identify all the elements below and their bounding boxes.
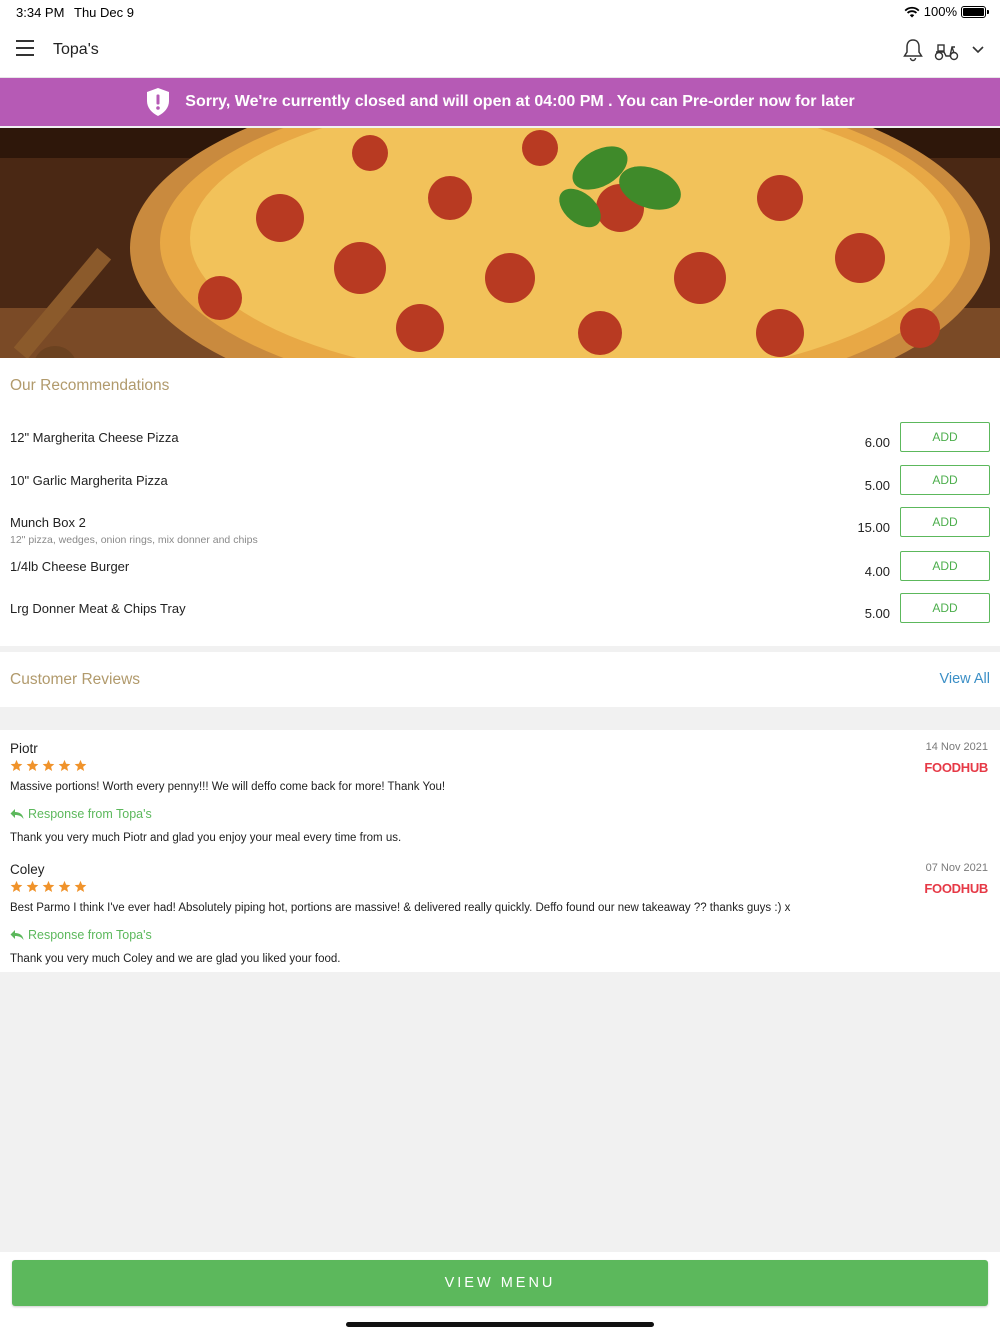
reviews-list: Piotr 14 Nov 2021 FOODHUB Massive portio… bbox=[0, 730, 1000, 972]
add-button[interactable]: ADD bbox=[900, 465, 990, 495]
delivery-scooter-icon[interactable] bbox=[934, 40, 960, 62]
review-date: 07 Nov 2021 bbox=[925, 862, 988, 874]
closed-message: Sorry, We're currently closed and will o… bbox=[185, 93, 855, 110]
star-icon bbox=[58, 880, 71, 893]
item-price: 6.00 bbox=[864, 435, 890, 450]
reply-arrow-icon bbox=[10, 809, 24, 819]
star-icon bbox=[10, 759, 23, 772]
status-bar: 3:34 PM Thu Dec 9 100% bbox=[0, 0, 1000, 24]
list-item: Lrg Donner Meat & Chips Tray 5.00 ADD bbox=[0, 593, 1000, 643]
list-item: 1/4lb Cheese Burger 4.00 ADD bbox=[0, 551, 1000, 601]
response-text: Thank you very much Piotr and glad you e… bbox=[10, 832, 402, 844]
star-icon bbox=[42, 880, 55, 893]
item-name: Lrg Donner Meat & Chips Tray bbox=[10, 601, 186, 616]
list-item: Munch Box 2 12" pizza, wedges, onion rin… bbox=[0, 507, 1000, 557]
review-author: Piotr bbox=[10, 741, 38, 756]
reviews-title: Customer Reviews bbox=[10, 671, 141, 688]
add-button[interactable]: ADD bbox=[900, 507, 990, 537]
star-icon bbox=[42, 759, 55, 772]
review-text: Massive portions! Worth every penny!!! W… bbox=[10, 781, 446, 793]
home-indicator bbox=[346, 1322, 654, 1327]
item-name: 12" Margherita Cheese Pizza bbox=[10, 430, 179, 445]
shield-alert-icon bbox=[147, 88, 170, 116]
review-author: Coley bbox=[10, 862, 45, 877]
recommendations-section: Our Recommendations 12" Margherita Chees… bbox=[0, 358, 1000, 646]
response-label: Response from Topa's bbox=[28, 807, 152, 821]
response-label: Response from Topa's bbox=[28, 928, 152, 942]
view-menu-button[interactable]: VIEW MENU bbox=[12, 1260, 988, 1306]
item-price: 5.00 bbox=[864, 606, 890, 621]
star-rating bbox=[10, 880, 87, 893]
hero-pizza-image bbox=[0, 128, 1000, 358]
chevron-down-icon[interactable] bbox=[970, 42, 986, 56]
star-icon bbox=[26, 880, 39, 893]
item-description: 12" pizza, wedges, onion rings, mix donn… bbox=[10, 534, 258, 546]
response-heading: Response from Topa's bbox=[10, 807, 152, 821]
battery-icon bbox=[961, 5, 989, 18]
item-name: 10" Garlic Margherita Pizza bbox=[10, 473, 168, 488]
hamburger-menu-icon[interactable] bbox=[16, 40, 38, 60]
add-button[interactable]: ADD bbox=[900, 422, 990, 452]
app-header: Topa's bbox=[0, 24, 1000, 78]
bell-icon[interactable] bbox=[902, 38, 924, 62]
item-price: 4.00 bbox=[864, 564, 890, 579]
reviews-header: Customer Reviews View All bbox=[0, 652, 1000, 707]
response-text: Thank you very much Coley and we are gla… bbox=[10, 953, 341, 965]
wifi-icon bbox=[904, 6, 920, 17]
battery-percent: 100% bbox=[923, 4, 957, 19]
star-icon bbox=[10, 880, 23, 893]
status-time: 3:34 PM bbox=[16, 5, 65, 20]
review-text: Best Parmo I think I've ever had! Absolu… bbox=[10, 902, 791, 914]
view-all-link[interactable]: View All bbox=[939, 671, 990, 687]
review-date: 14 Nov 2021 bbox=[925, 741, 988, 753]
item-name: 1/4lb Cheese Burger bbox=[10, 559, 130, 574]
star-icon bbox=[74, 880, 87, 893]
add-button[interactable]: ADD bbox=[900, 593, 990, 623]
item-price: 5.00 bbox=[864, 478, 890, 493]
item-name: Munch Box 2 bbox=[10, 515, 86, 530]
foodhub-logo: FOODHUB bbox=[924, 881, 988, 896]
list-item: 10" Garlic Margherita Pizza 5.00 ADD bbox=[0, 465, 1000, 515]
star-icon bbox=[58, 759, 71, 772]
status-date: Thu Dec 9 bbox=[74, 5, 134, 20]
reply-arrow-icon bbox=[10, 930, 24, 940]
status-right: 100% bbox=[904, 4, 989, 19]
recommendations-title: Our Recommendations bbox=[10, 377, 170, 394]
star-icon bbox=[74, 759, 87, 772]
add-button[interactable]: ADD bbox=[900, 551, 990, 581]
item-price: 15.00 bbox=[857, 520, 890, 535]
response-heading: Response from Topa's bbox=[10, 928, 152, 942]
footer-bar: VIEW MENU bbox=[0, 1252, 1000, 1334]
foodhub-logo: FOODHUB bbox=[924, 760, 988, 775]
star-icon bbox=[26, 759, 39, 772]
pizza-illustration bbox=[0, 128, 1000, 358]
list-item: 12" Margherita Cheese Pizza 6.00 ADD bbox=[0, 422, 1000, 472]
restaurant-title: Topa's bbox=[53, 41, 99, 58]
closed-banner: Sorry, We're currently closed and will o… bbox=[0, 78, 1000, 126]
star-rating bbox=[10, 759, 87, 772]
